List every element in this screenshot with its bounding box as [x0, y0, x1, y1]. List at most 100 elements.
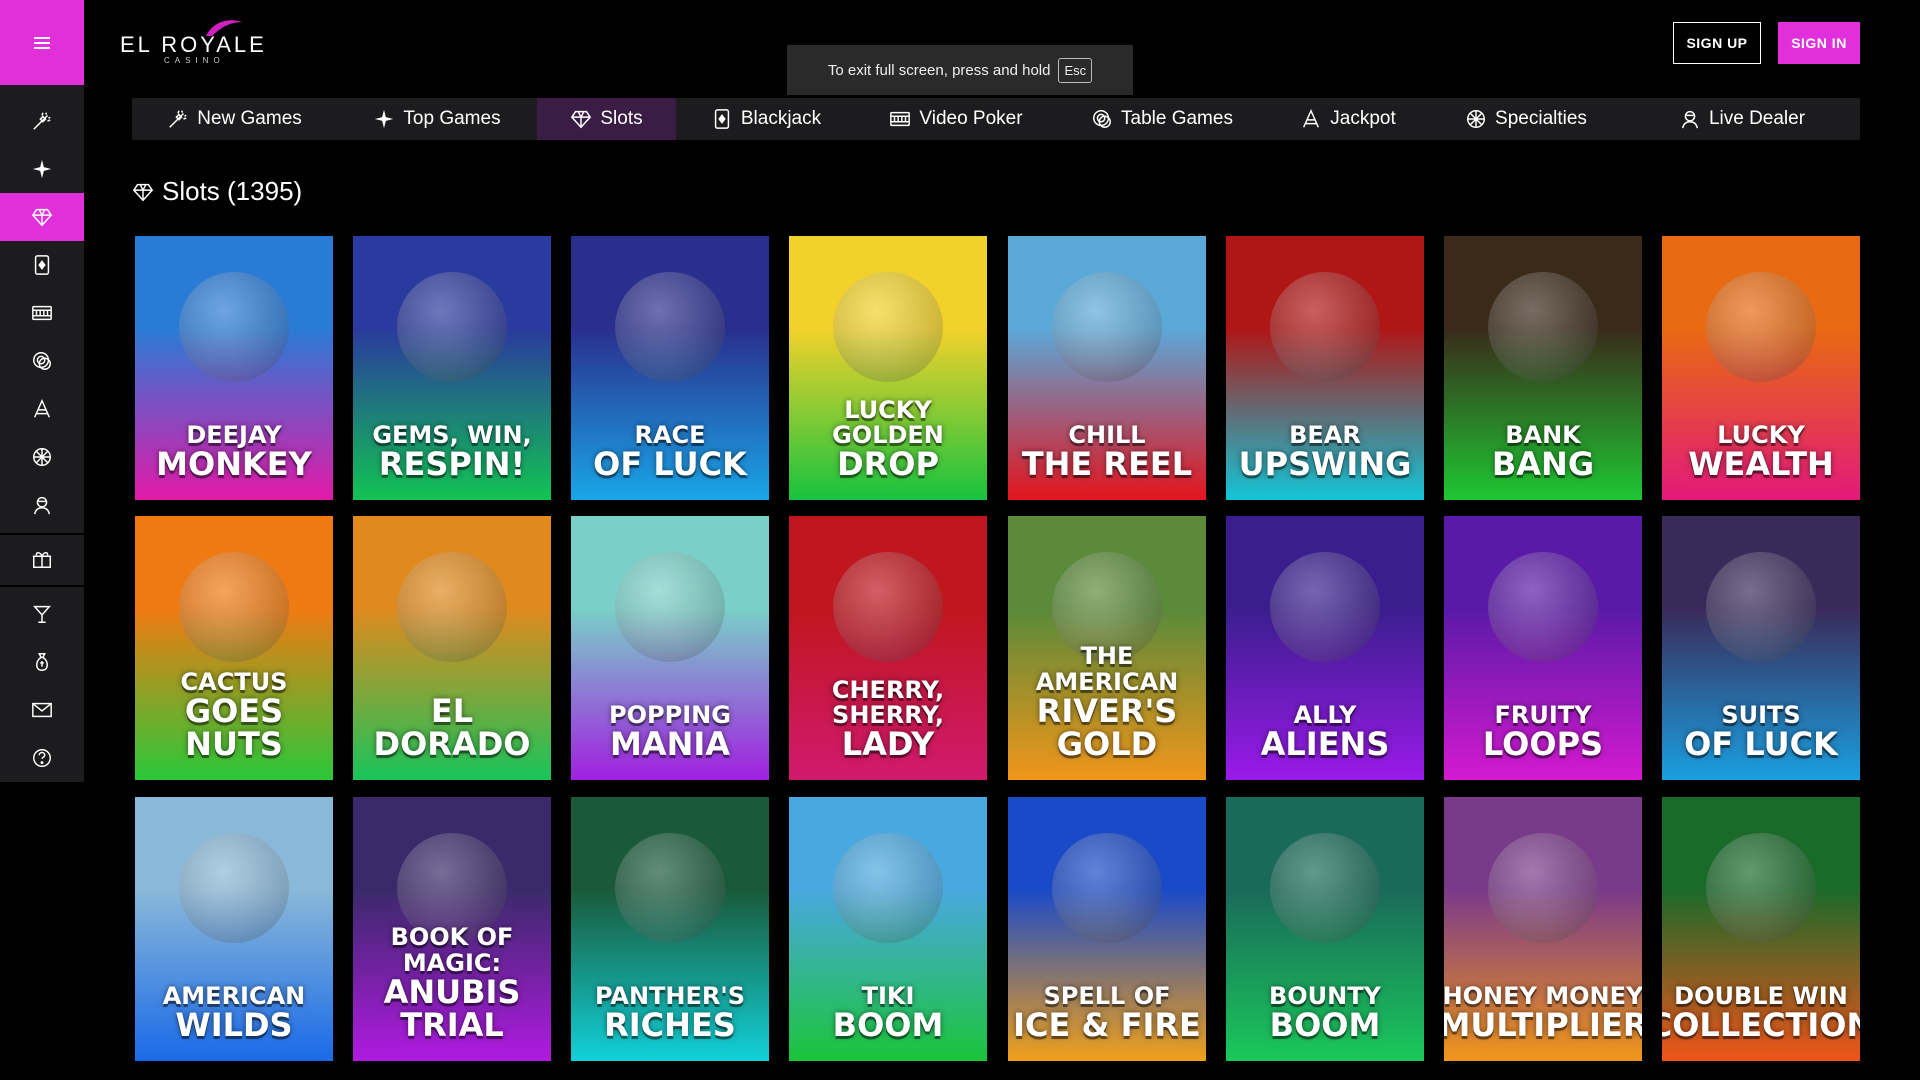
- sidebar-item-jackpot[interactable]: [0, 385, 84, 433]
- game-title-line2: Monkey: [156, 445, 312, 484]
- video-poker-icon: [890, 111, 911, 127]
- game-artwork: [1052, 272, 1162, 382]
- game-title: The American River's Gold: [1008, 644, 1206, 762]
- game-card[interactable]: American Wilds: [135, 797, 333, 1061]
- specialties-icon: [33, 448, 51, 466]
- game-card[interactable]: Double WinCollection: [1662, 797, 1860, 1061]
- game-card[interactable]: Popping Mania: [571, 516, 769, 780]
- banking-icon: [36, 653, 48, 671]
- tab-new-games[interactable]: New Games: [132, 98, 337, 140]
- sidebar-item-blackjack[interactable]: [0, 241, 84, 289]
- game-title: Popping Mania: [609, 703, 731, 762]
- live-dealer-icon: [33, 496, 51, 515]
- sidebar-item-video-poker[interactable]: [0, 289, 84, 337]
- sidebar-item-new-games[interactable]: [0, 97, 84, 145]
- game-artwork: [179, 833, 289, 943]
- game-artwork: [1270, 833, 1380, 943]
- game-card[interactable]: Lucky Wealth: [1662, 236, 1860, 500]
- game-title-line2: Wilds: [175, 1006, 293, 1045]
- game-card[interactable]: Book of Magic: Anubis Trial: [353, 797, 551, 1061]
- game-title: Suits of Luck: [1684, 703, 1838, 762]
- game-card[interactable]: Honey Money Multiplier: [1444, 797, 1642, 1061]
- game-artwork: [179, 272, 289, 382]
- game-card[interactable]: Panther's Riches: [571, 797, 769, 1061]
- game-title-line2: Lady: [841, 725, 935, 764]
- game-title-line2: River's Gold: [1036, 691, 1178, 764]
- game-title-line2: Upswing: [1238, 445, 1412, 484]
- game-artwork: [1270, 552, 1380, 662]
- game-card[interactable]: Suits of Luck: [1662, 516, 1860, 780]
- game-card[interactable]: Bank Bang: [1444, 236, 1642, 500]
- game-card[interactable]: Lucky Golden Drop: [789, 236, 987, 500]
- tab-label: Table Games: [1121, 108, 1233, 129]
- slots-icon: [132, 183, 154, 201]
- tab-video-poker[interactable]: Video Poker: [856, 98, 1056, 140]
- sign-in-button[interactable]: SIGN IN: [1778, 22, 1860, 64]
- game-card[interactable]: Chill The Reel: [1008, 236, 1206, 500]
- game-card[interactable]: Tiki Boom: [789, 797, 987, 1061]
- game-card[interactable]: Bear Upswing: [1226, 236, 1424, 500]
- game-artwork: [615, 272, 725, 382]
- sidebar-categories: [0, 97, 84, 529]
- hamburger-icon: [34, 36, 50, 49]
- game-title-line2: Respin!: [378, 445, 526, 484]
- game-title: Lucky Golden Drop: [789, 396, 987, 482]
- tab-live-dealer[interactable]: Live Dealer: [1624, 98, 1860, 140]
- game-card[interactable]: Ally Aliens: [1226, 516, 1424, 780]
- game-card[interactable]: Gems, Win, Respin!: [353, 236, 551, 500]
- game-title-line2: El Dorado: [373, 691, 531, 764]
- sidebar-item-vip[interactable]: [0, 590, 84, 638]
- section-heading: Slots (1395): [132, 176, 302, 207]
- hamburger-menu-button[interactable]: [0, 0, 84, 85]
- sidebar-item-slots[interactable]: [0, 193, 84, 241]
- game-card[interactable]: El Dorado: [353, 516, 551, 780]
- game-artwork: [1488, 833, 1598, 943]
- game-card[interactable]: Deejay Monkey: [135, 236, 333, 500]
- game-artwork: [615, 833, 725, 943]
- slots-icon: [31, 208, 53, 227]
- game-title: Gems, Win, Respin!: [372, 423, 531, 482]
- sidebar: [0, 0, 84, 782]
- sidebar-item-promotions[interactable]: [0, 535, 84, 583]
- section-title: Slots (1395): [162, 176, 303, 206]
- sidebar-item-live-dealer[interactable]: [0, 481, 84, 529]
- sidebar-item-table-games[interactable]: [0, 337, 84, 385]
- game-artwork: [1270, 272, 1380, 382]
- game-title-line2: Mania: [609, 725, 731, 764]
- sidebar-item-specialties[interactable]: [0, 433, 84, 481]
- game-card[interactable]: Spell of Ice & Fire: [1008, 797, 1206, 1061]
- sidebar-item-help[interactable]: [0, 734, 84, 782]
- game-card[interactable]: Fruity Loops: [1444, 516, 1642, 780]
- tab-slots[interactable]: Slots: [537, 98, 676, 140]
- game-title-line2: Multiplier: [1444, 1006, 1642, 1045]
- game-card[interactable]: Race of Luck: [571, 236, 769, 500]
- jackpot-icon: [1303, 108, 1320, 128]
- sidebar-item-top-games[interactable]: [0, 145, 84, 193]
- game-title: Chill The Reel: [1022, 423, 1192, 482]
- new-games-icon: [33, 112, 51, 130]
- game-title-line2: Goes Nuts: [184, 691, 284, 764]
- tab-table-games[interactable]: Table Games: [1056, 98, 1268, 140]
- game-title-line1: Lucky Golden: [832, 396, 944, 450]
- game-artwork: [833, 833, 943, 943]
- sidebar-item-contact[interactable]: [0, 686, 84, 734]
- game-title-line2: of Luck: [593, 445, 747, 484]
- game-card[interactable]: Cactus Goes Nuts: [135, 516, 333, 780]
- fullscreen-exit-notice: To exit full screen, press and hold Esc: [787, 45, 1133, 95]
- tab-specialties[interactable]: Specialties: [1428, 98, 1624, 140]
- tab-jackpot[interactable]: Jackpot: [1268, 98, 1428, 140]
- game-artwork: [833, 552, 943, 662]
- game-title: Cactus Goes Nuts: [135, 669, 333, 764]
- site-logo[interactable]: EL ROYALE CASINO: [120, 14, 270, 66]
- sign-up-button[interactable]: SIGN UP: [1673, 22, 1761, 64]
- sidebar-item-banking[interactable]: [0, 638, 84, 686]
- game-card[interactable]: Cherry, Sherry, Lady: [789, 516, 987, 780]
- tab-top-games[interactable]: Top Games: [337, 98, 537, 140]
- tab-label: Live Dealer: [1708, 108, 1806, 129]
- tab-blackjack[interactable]: Blackjack: [676, 98, 856, 140]
- game-card[interactable]: Bounty Boom: [1226, 797, 1424, 1061]
- tab-label: Specialties: [1495, 108, 1587, 129]
- game-card[interactable]: The American River's Gold: [1008, 516, 1206, 780]
- game-title-line1: Cherry, Sherry,: [831, 676, 945, 730]
- game-title: Fruity Loops: [1483, 703, 1603, 762]
